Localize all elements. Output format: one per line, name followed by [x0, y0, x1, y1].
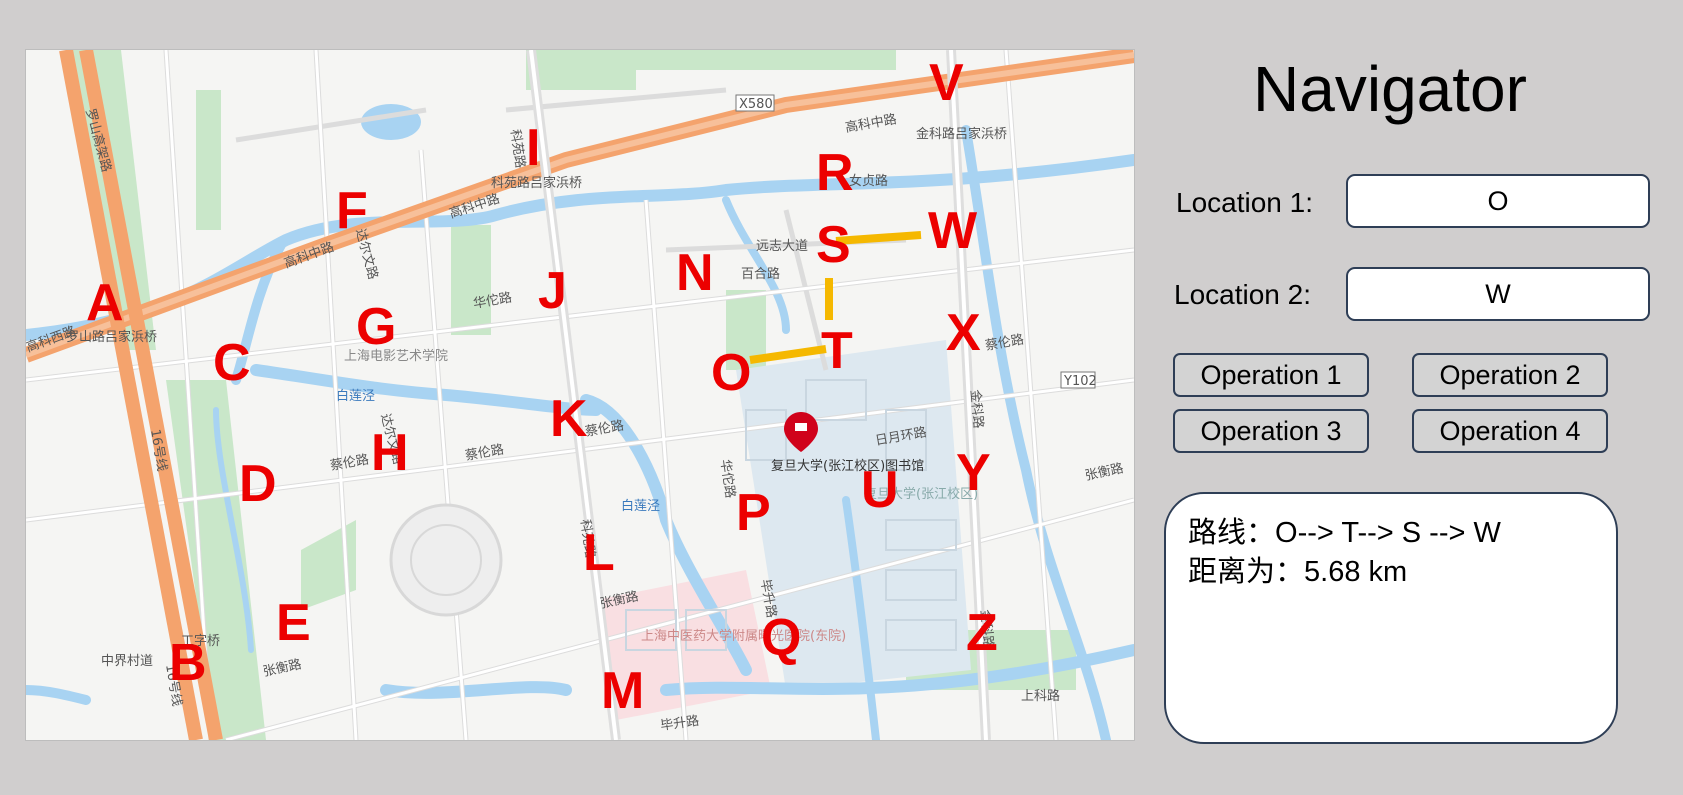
svg-text:Y102: Y102 [1063, 374, 1097, 389]
svg-text:中界村道: 中界村道 [101, 654, 153, 669]
node-label-t: T [821, 322, 853, 380]
operation-3-button[interactable]: Operation 3 [1173, 409, 1369, 453]
svg-text:科苑路吕家浜桥: 科苑路吕家浜桥 [491, 175, 582, 191]
node-label-g: G [356, 298, 396, 356]
road-shield-y102: Y102 [1060, 371, 1097, 389]
node-label-o: O [711, 344, 751, 402]
location-1-input[interactable]: O [1346, 174, 1650, 228]
node-label-q: Q [761, 609, 801, 667]
svg-text:白莲泾: 白莲泾 [621, 498, 660, 514]
location-2-label: Location 2: [1174, 279, 1311, 310]
svg-text:X580: X580 [739, 97, 773, 112]
svg-text:女贞路: 女贞路 [849, 173, 888, 189]
node-label-d: D [239, 455, 277, 513]
distance-row: 距离为：5.68 km [1188, 553, 1616, 592]
node-label-l: L [583, 524, 615, 582]
stadium [389, 503, 503, 617]
distance-label: 距离为： [1188, 556, 1305, 588]
svg-text:白莲泾: 白莲泾 [336, 388, 375, 404]
location-2-input[interactable]: W [1346, 267, 1650, 321]
route-value: O--> T--> S --> W [1275, 517, 1501, 549]
node-label-r: R [816, 144, 854, 202]
operation-2-button[interactable]: Operation 2 [1412, 353, 1608, 397]
node-label-i: I [526, 119, 540, 177]
node-label-j: J [538, 262, 567, 320]
node-label-b: B [169, 634, 207, 692]
node-label-c: C [213, 334, 251, 392]
route-label: 路线： [1188, 517, 1276, 549]
node-label-k: K [550, 390, 588, 448]
svg-text:金科路: 金科路 [967, 389, 986, 429]
road-shield-x580: X580 [735, 94, 775, 112]
app-title: Navigator [1253, 53, 1527, 125]
node-label-x: X [946, 304, 981, 362]
node-label-h: H [371, 424, 409, 482]
node-label-n: N [676, 244, 714, 302]
operation-1-button[interactable]: Operation 1 [1173, 353, 1369, 397]
svg-text:百合路: 百合路 [741, 266, 780, 282]
svg-text:上科路: 上科路 [1021, 688, 1060, 704]
location-1-label: Location 1: [1176, 187, 1313, 218]
node-label-s: S [816, 216, 851, 274]
map-view[interactable]: 高科西路 高科中路 高科中路 高科中路 罗山高架路 16号线 16号线 科苑路 … [25, 49, 1135, 741]
node-label-u: U [861, 461, 899, 519]
route-row: 路线：O--> T--> S --> W [1188, 514, 1616, 553]
node-label-z: Z [966, 604, 998, 662]
map-canvas[interactable]: 高科西路 高科中路 高科中路 高科中路 罗山高架路 16号线 16号线 科苑路 … [26, 50, 1134, 740]
result-panel: 路线：O--> T--> S --> W 距离为：5.68 km [1164, 492, 1618, 744]
node-label-f: F [336, 182, 368, 240]
operation-4-button[interactable]: Operation 4 [1412, 409, 1608, 453]
node-label-a: A [86, 274, 124, 332]
node-label-y: Y [956, 444, 991, 502]
node-label-e: E [276, 594, 311, 652]
svg-text:复旦大学(张江校区)图书馆: 复旦大学(张江校区)图书馆 [771, 458, 924, 474]
node-label-v: V [929, 54, 964, 112]
node-label-w: W [928, 202, 978, 260]
svg-text:上海中医药大学附属曙光医院(东院): 上海中医药大学附属曙光医院(东院) [641, 628, 846, 644]
svg-text:金科路吕家浜桥: 金科路吕家浜桥 [916, 126, 1007, 142]
node-label-m: M [601, 662, 644, 720]
svg-text:远志大道: 远志大道 [756, 239, 808, 254]
distance-value: 5.68 km [1304, 556, 1408, 588]
node-label-p: P [736, 484, 771, 542]
